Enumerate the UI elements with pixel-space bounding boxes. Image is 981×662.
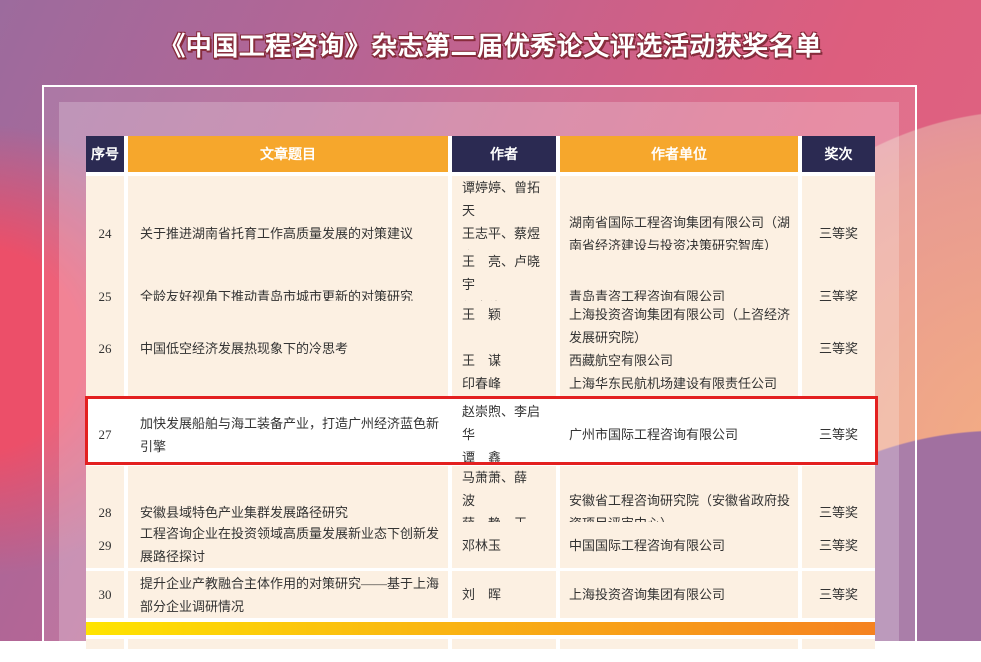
table-row-29: 29 工程咨询企业在投资领域高质量发展新业态下创新发展路径探讨 邓林玉 中国国际… <box>86 522 875 567</box>
cell-no: 29 <box>86 522 124 568</box>
header-cell-award: 奖次 <box>802 136 875 172</box>
cell-org: 上海投资咨询集团有限公司（上咨经济发展研究院） 西藏航空有限公司 上海华东民航机… <box>560 301 798 396</box>
cell-title: 中国低空经济发展热现象下的冷思考 <box>128 301 448 396</box>
table-header-row: 序号 文章题目 作者 作者单位 奖次 <box>86 136 875 172</box>
table-row-26: 26 中国低空经济发展热现象下的冷思考 王 颖 王 谋 印春峰 上海投资咨询集团… <box>86 301 875 396</box>
cell-org: 中国国际工程咨询有限公司 <box>560 522 798 568</box>
header-cell-title: 文章题目 <box>128 136 448 172</box>
cell-authors: 王 颖 王 谋 印春峰 <box>452 301 556 396</box>
cell-authors: 刘 晖 <box>452 571 556 618</box>
cell-title: 提升企业产教融合主体作用的对策研究——基于上海部分企业调研情况 <box>128 571 448 618</box>
cell-authors: 邓林玉 <box>452 522 556 568</box>
divider-bar <box>86 622 875 635</box>
cell-award: 三等奖 <box>802 522 875 568</box>
cell-org: 上海投资咨询集团有限公司 <box>560 571 798 618</box>
awards-table: 序号 文章题目 作者 作者单位 奖次 24 关于推进湖南省托育工作高质量发展的对… <box>86 136 875 653</box>
header-cell-author: 作者 <box>452 136 556 172</box>
table-row-25: 25 全龄友好视角下推动青岛市城市更新的对策研究 王 亮、卢晓宇 刘大伟、于景菲… <box>86 250 875 297</box>
cell-award: 三等奖 <box>802 301 875 396</box>
table-row-27-highlighted: 27 加快发展船舶与海工装备产业，打造广州经济蓝色新引擎 赵崇煦、李启华 谭 鑫… <box>86 400 875 462</box>
cell-org: 广州市国际工程咨询有限公司 <box>560 400 798 469</box>
cell-authors: 赵崇煦、李启华 谭 鑫 <box>452 400 556 469</box>
cell-award: 三等奖 <box>802 400 875 469</box>
page-title: 《中国工程咨询》杂志第二届优秀论文评选活动获奖名单 <box>0 26 981 63</box>
cell-title: 加快发展船舶与海工装备产业，打造广州经济蓝色新引擎 <box>128 400 448 469</box>
cell-title: 工程咨询企业在投资领域高质量发展新业态下创新发展路径探讨 <box>128 522 448 568</box>
table-row-28: 28 安徽县域特色产业集群发展路径研究 马萧萧、薛 波 薛 静、王 亮 安徽省工… <box>86 466 875 518</box>
table-row-30: 30 提升企业产教融合主体作用的对策研究——基于上海部分企业调研情况 刘 晖 上… <box>86 571 875 618</box>
cell-no: 27 <box>86 400 124 469</box>
cell-no: 30 <box>86 571 124 618</box>
header-cell-no: 序号 <box>86 136 124 172</box>
header-cell-org: 作者单位 <box>560 136 798 172</box>
table-row-24: 24 关于推进湖南省托育工作高质量发展的对策建议 谭婷婷、曾拓天 王志平、蔡煜杰… <box>86 176 875 246</box>
cell-award: 三等奖 <box>802 571 875 618</box>
cell-no: 26 <box>86 301 124 396</box>
